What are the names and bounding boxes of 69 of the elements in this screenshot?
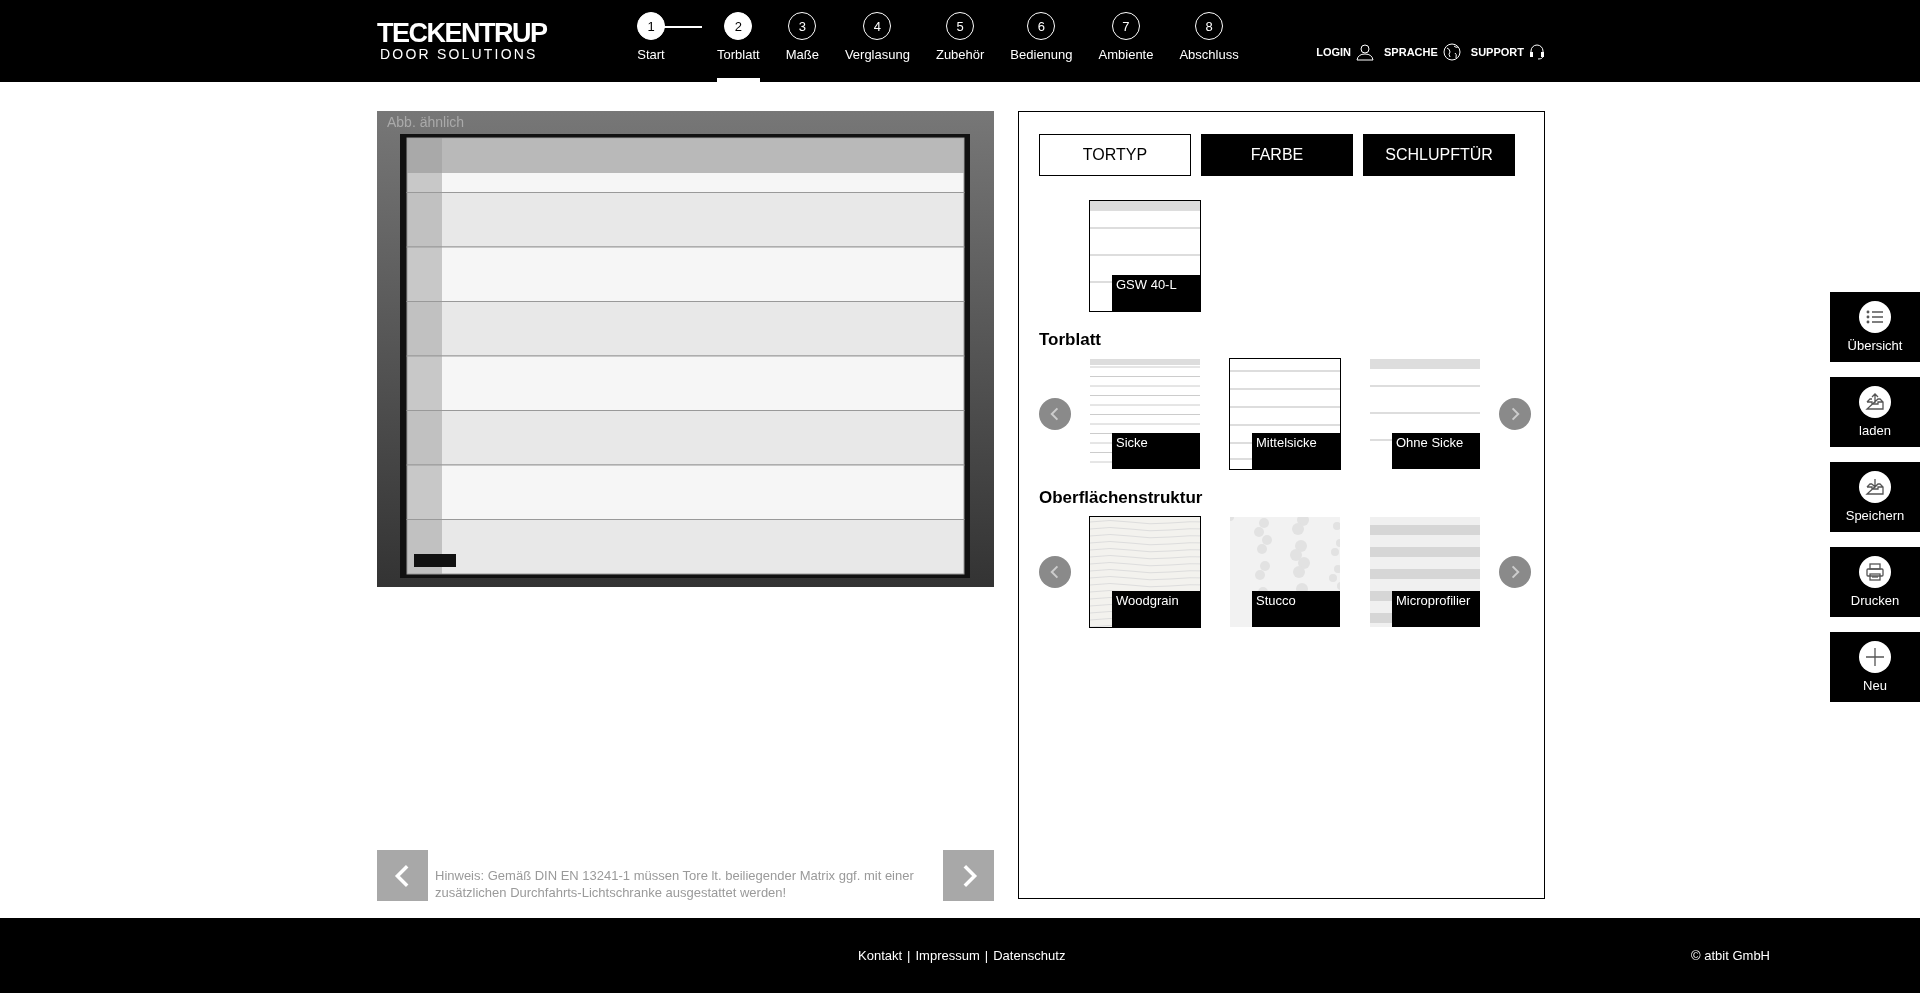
sidebar-button[interactable]: Übersicht xyxy=(1830,292,1920,362)
option-label: GSW 40-L xyxy=(1112,275,1200,311)
step-tab[interactable]: 5 Zubehör xyxy=(935,0,985,82)
option-tile[interactable]: GSW 40-L xyxy=(1089,200,1201,312)
option-tile[interactable]: Microprofilier xyxy=(1369,516,1481,628)
option-label: Ohne Sicke xyxy=(1392,433,1480,469)
section-title: Oberflächenstruktur xyxy=(1039,488,1204,508)
step-tab[interactable]: 2 Torblatt xyxy=(717,0,760,82)
option-label: Microprofilier xyxy=(1392,591,1480,627)
option-tile[interactable]: Stucco xyxy=(1229,516,1341,628)
sidebar-button[interactable]: laden xyxy=(1830,377,1920,447)
option-tile[interactable]: Sicke xyxy=(1089,358,1201,470)
sidebar-label: laden xyxy=(1859,423,1891,438)
header-link-label: LOGIN xyxy=(1316,46,1351,58)
step-number: 1 xyxy=(637,12,665,40)
option-label: Mittelsicke xyxy=(1252,433,1340,469)
header-link[interactable]: SUPPORT xyxy=(1470,43,1545,61)
step-tab[interactable]: 4 Verglasung xyxy=(844,0,910,82)
step-number: 5 xyxy=(946,12,975,40)
footer-link[interactable]: Datenschutz xyxy=(992,948,1067,963)
step-number: 3 xyxy=(788,12,817,40)
sidebar-label: Übersicht xyxy=(1847,338,1903,353)
logo-wordmark: TECKENTRUP xyxy=(377,20,548,46)
option-tile[interactable]: Mittelsicke xyxy=(1229,358,1341,470)
step-tab[interactable]: 6 Bedienung xyxy=(1010,0,1073,82)
previous-button[interactable] xyxy=(377,850,428,901)
printer-icon xyxy=(1865,562,1885,582)
logo-tagline: DOOR SOLUTIONS xyxy=(379,46,539,62)
header-link-label: SUPPORT xyxy=(1470,46,1524,58)
step-connector xyxy=(664,26,702,28)
step-tab[interactable]: 1 Start xyxy=(637,0,665,82)
step-tab[interactable]: 3 Maße xyxy=(785,0,819,82)
step-number: 7 xyxy=(1112,12,1140,40)
step-tab[interactable]: 8 Abschluss xyxy=(1179,0,1239,82)
copyright-text: © atbit GmbH xyxy=(1691,948,1770,963)
sidebar-button[interactable]: Drucken xyxy=(1830,547,1920,617)
step-number: 4 xyxy=(863,12,892,40)
download-tray-icon xyxy=(1865,477,1885,497)
header-link[interactable]: LOGIN xyxy=(1316,43,1374,61)
footer-link[interactable]: Impressum xyxy=(914,948,981,963)
step-tab[interactable]: 7 Ambiente xyxy=(1098,0,1154,82)
section-title: Torblatt xyxy=(1039,330,1102,350)
option-label: Stucco xyxy=(1252,591,1340,627)
user-icon xyxy=(1356,43,1374,61)
sidebar-button[interactable]: Neu xyxy=(1830,632,1920,702)
footer-link[interactable]: Kontakt xyxy=(857,948,904,963)
step-number: 8 xyxy=(1195,12,1224,40)
hint-text: Hinweis: Gemäß DIN EN 13241-1 müssen Tore lt. beiliegender Matrix ggf. mit einer zusätzlichen Durchfahrts-Lichtschranke ausgestattet werden! xyxy=(435,867,915,901)
sidebar-label: Speichern xyxy=(1845,508,1905,523)
headset-icon xyxy=(1529,43,1545,61)
footer-separator: | xyxy=(984,948,989,963)
next-button[interactable] xyxy=(943,850,994,901)
step-number: 6 xyxy=(1027,12,1056,40)
option-label: Woodgrain xyxy=(1112,591,1200,627)
category-tab[interactable]: TORTYP xyxy=(1039,134,1191,176)
upload-tray-icon xyxy=(1865,392,1885,412)
header-link-label: SPRACHE xyxy=(1384,46,1438,58)
globe-icon xyxy=(1442,43,1461,61)
footer-separator: | xyxy=(907,948,911,963)
option-label: Sicke xyxy=(1112,433,1200,469)
sidebar-label: Drucken xyxy=(1850,593,1900,608)
step-number: 2 xyxy=(724,12,753,40)
option-tile[interactable]: Ohne Sicke xyxy=(1369,358,1481,470)
option-tile[interactable]: Woodgrain xyxy=(1089,516,1201,628)
category-tab[interactable]: FARBE xyxy=(1201,134,1353,176)
category-tab[interactable]: SCHLUPFTÜR xyxy=(1363,134,1515,176)
sidebar-button[interactable]: Speichern xyxy=(1830,462,1920,532)
sidebar-label: Neu xyxy=(1863,678,1887,693)
header-link[interactable]: SPRACHE xyxy=(1384,43,1461,61)
